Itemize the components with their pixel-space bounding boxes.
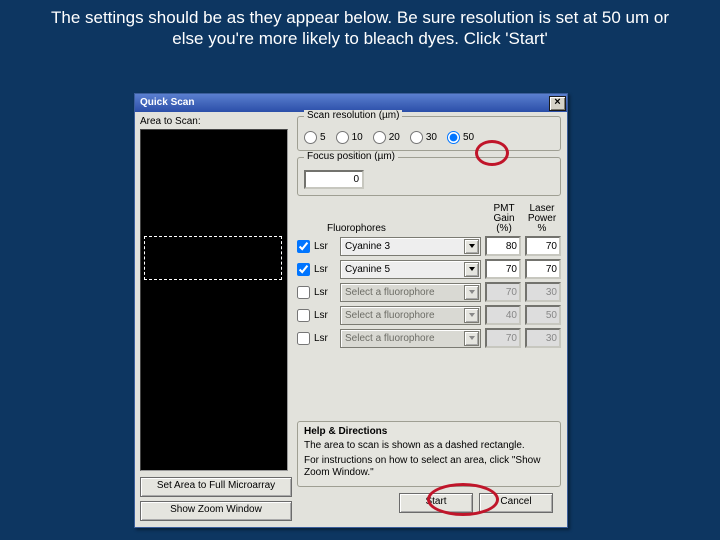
pmt-col-header: PMTGain (%) <box>485 204 523 234</box>
scan-resolution-legend: Scan resolution (µm) <box>304 110 402 121</box>
chevron-down-icon[interactable] <box>464 262 479 277</box>
start-button[interactable]: Start <box>399 493 473 513</box>
chevron-down-icon[interactable] <box>464 285 479 300</box>
res-radio-10[interactable]: 10 <box>336 131 363 144</box>
fluoro-select-2[interactable]: Cyanine 5 <box>340 260 481 279</box>
set-area-button[interactable]: Set Area to Full Microarray <box>140 477 292 497</box>
res-radio-5[interactable]: 5 <box>304 131 326 144</box>
quick-scan-dialog: Quick Scan × Area to Scan: Set Area to F… <box>134 93 568 528</box>
pmt-input-1[interactable] <box>485 236 521 256</box>
fluoro-check-4[interactable] <box>297 309 310 322</box>
fluoro-select-4[interactable]: Select a fluorophore <box>340 306 481 325</box>
fluoro-select-1[interactable]: Cyanine 3 <box>340 237 481 256</box>
help-line-1: The area to scan is shown as a dashed re… <box>304 440 554 452</box>
fluorophore-rows: Lsr Cyanine 3 Lsr Cyanine 5 Lsr Select a… <box>297 236 561 351</box>
chevron-down-icon[interactable] <box>464 331 479 346</box>
pmt-input-3 <box>485 282 521 302</box>
close-button[interactable]: × <box>549 96 566 111</box>
chevron-down-icon[interactable] <box>464 308 479 323</box>
fluoro-row-3: Lsr Select a fluorophore <box>297 282 561 302</box>
laser-input-4 <box>525 305 561 325</box>
laser-input-1[interactable] <box>525 236 561 256</box>
pmt-input-5 <box>485 328 521 348</box>
laser-col-header: LaserPower % <box>523 204 561 234</box>
fluoro-select-5[interactable]: Select a fluorophore <box>340 329 481 348</box>
fluoro-row-5: Lsr Select a fluorophore <box>297 328 561 348</box>
cancel-button[interactable]: Cancel <box>479 493 553 513</box>
res-radio-30[interactable]: 30 <box>410 131 437 144</box>
fluoro-check-1[interactable] <box>297 240 310 253</box>
area-caption: Area to Scan: <box>140 116 292 127</box>
fluoro-check-3[interactable] <box>297 286 310 299</box>
fluoro-check-2[interactable] <box>297 263 310 276</box>
instruction-text: The settings should be as they appear be… <box>0 0 720 54</box>
help-section: Help & Directions The area to scan is sh… <box>297 421 561 487</box>
laser-input-3 <box>525 282 561 302</box>
chevron-down-icon[interactable] <box>464 239 479 254</box>
fluorophores-label: Fluorophores <box>327 223 387 234</box>
help-line-2: For instructions on how to select an are… <box>304 455 554 479</box>
pmt-input-2[interactable] <box>485 259 521 279</box>
fluoro-row-1: Lsr Cyanine 3 <box>297 236 561 256</box>
laser-input-5 <box>525 328 561 348</box>
show-zoom-button[interactable]: Show Zoom Window <box>140 501 292 521</box>
help-title: Help & Directions <box>304 426 554 437</box>
focus-position-group: Focus position (µm) <box>297 157 561 196</box>
res-radio-50[interactable]: 50 <box>447 131 474 144</box>
scan-preview[interactable] <box>140 129 288 471</box>
pmt-input-4 <box>485 305 521 325</box>
focus-input[interactable] <box>304 170 364 189</box>
res-radio-20[interactable]: 20 <box>373 131 400 144</box>
selection-rectangle[interactable] <box>144 236 282 280</box>
fluoro-check-5[interactable] <box>297 332 310 345</box>
scan-resolution-group: Scan resolution (µm) 5 10 20 30 50 <box>297 116 561 151</box>
fluoro-row-4: Lsr Select a fluorophore <box>297 305 561 325</box>
focus-legend: Focus position (µm) <box>304 151 398 162</box>
fluoro-select-3[interactable]: Select a fluorophore <box>340 283 481 302</box>
dialog-title: Quick Scan <box>140 94 194 112</box>
laser-input-2[interactable] <box>525 259 561 279</box>
fluoro-row-2: Lsr Cyanine 5 <box>297 259 561 279</box>
